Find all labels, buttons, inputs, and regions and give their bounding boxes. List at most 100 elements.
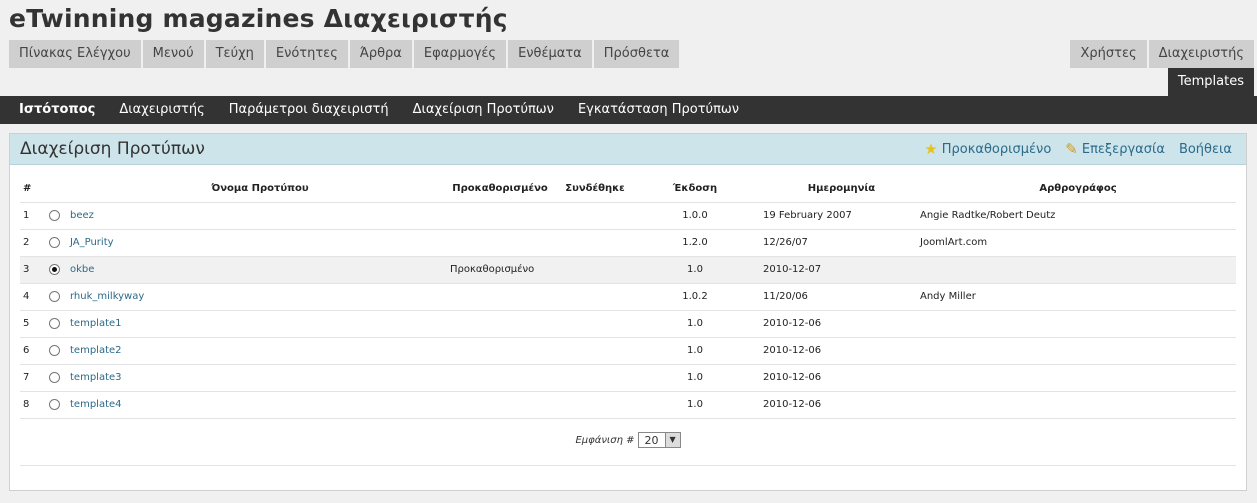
row-version: 1.0.2 [640,283,750,311]
help-button[interactable]: Βοήθεια [1179,142,1232,157]
row-radio[interactable] [38,364,70,392]
subnav-admin-params[interactable]: Παράμετροι διαχειριστή [217,96,401,124]
table-row: 2 JA_Purity 1.2.0 12/26/07 JoomlArt.com [20,229,1236,257]
col-linked: Συνδέθηκε [550,175,640,203]
row-date: 2010-12-06 [750,337,920,365]
table-row: 3 okbe Προκαθορισμένο 1.0 2010-12-07 [20,256,1236,284]
template-manager-panel: Διαχείριση Προτύπων ★ Προκαθορισμένο ✎ Ε… [9,133,1247,491]
row-date: 12/26/07 [750,229,920,257]
top-nav-left: Πίνακας Ελέγχου Μενού Τεύχη Ενότητες Άρθ… [9,40,680,68]
template-name-link[interactable]: okbe [70,264,94,275]
row-date: 2010-12-06 [750,364,920,392]
templates-table: # Όνομα Προτύπου Προκαθορισμένο Συνδέθηκ… [20,175,1236,419]
row-radio[interactable] [38,391,70,419]
row-author [920,337,1236,365]
row-linked [550,337,640,365]
row-radio[interactable] [38,283,70,311]
radio-button[interactable] [48,209,60,221]
make-default-button[interactable]: ★ Προκαθορισμένο [924,139,1051,158]
row-num: 6 [20,337,38,365]
row-version: 1.0 [640,310,750,338]
nav-menus[interactable]: Μενού [142,40,204,68]
nav-control-panel[interactable]: Πίνακας Ελέγχου [9,40,141,68]
template-name-link[interactable]: beez [70,210,94,221]
row-num: 8 [20,391,38,419]
table-row: 1 beez 1.0.0 19 February 2007 Angie Radt… [20,202,1236,230]
radio-button[interactable] [48,398,60,410]
row-default [450,391,550,419]
pencil-icon: ✎ [1065,139,1078,158]
subnav-site[interactable]: Ιστότοπος [0,96,107,124]
display-count-select[interactable]: 20 ▼ [637,432,681,448]
nav-users[interactable]: Χρήστες [1070,40,1147,68]
row-date: 2010-12-07 [750,256,920,284]
template-name-link[interactable]: JA_Purity [70,237,114,248]
row-linked [550,283,640,311]
row-version: 1.0.0 [640,202,750,230]
nav-components[interactable]: Εφαρμογές [413,40,507,68]
template-name-link[interactable]: template4 [70,399,122,410]
row-date: 11/20/06 [750,283,920,311]
nav-plugins[interactable]: Πρόσθετα [593,40,680,68]
col-version: Έκδοση [640,175,750,203]
row-linked [550,256,640,284]
tab-templates[interactable]: Templates [1167,68,1254,96]
table-row: 4 rhuk_milkyway 1.0.2 11/20/06 Andy Mill… [20,283,1236,311]
site-title: eTwinning magazines Διαχειριστής [9,4,508,33]
row-default: Προκαθορισμένο [450,256,550,284]
col-radio [38,175,70,203]
edit-label: Επεξεργασία [1081,141,1165,157]
col-default: Προκαθορισμένο [450,175,550,203]
radio-button[interactable] [48,317,60,329]
nav-modules[interactable]: Ενθέματα [508,40,592,68]
radio-button[interactable] [48,263,60,275]
row-radio[interactable] [38,337,70,365]
pagination: Εμφάνιση # 20 ▼ [10,432,1246,448]
row-radio[interactable] [38,310,70,338]
row-default [450,310,550,338]
nav-sections[interactable]: Ενότητες [265,40,348,68]
nav-issues[interactable]: Τεύχη [205,40,264,68]
radio-button[interactable] [48,290,60,302]
subnav-administrator[interactable]: Διαχειριστής [107,96,216,124]
display-count-label: Εμφάνιση # [575,434,635,446]
star-icon: ★ [924,139,938,158]
row-num: 3 [20,256,38,284]
col-date: Ημερομηνία [750,175,920,203]
nav-articles[interactable]: Άρθρα [349,40,412,68]
template-name-link[interactable]: template2 [70,345,122,356]
page-title: Διαχείριση Προτύπων [20,139,205,159]
row-default [450,202,550,230]
radio-button[interactable] [48,344,60,356]
table-row: 7 template3 1.0 2010-12-06 [20,364,1236,392]
nav-administrator[interactable]: Διαχειριστής [1148,40,1254,68]
edit-button[interactable]: ✎ Επεξεργασία [1065,139,1165,158]
row-version: 1.0 [640,256,750,284]
row-linked [550,310,640,338]
col-author: Αρθρογράφος [920,175,1236,203]
table-row: 5 template1 1.0 2010-12-06 [20,310,1236,338]
col-name[interactable]: Όνομα Προτύπου [70,175,450,203]
template-name-link[interactable]: template3 [70,372,122,383]
table-row: 8 template4 1.0 2010-12-06 [20,391,1236,419]
row-default [450,283,550,311]
row-version: 1.0 [640,391,750,419]
row-num: 4 [20,283,38,311]
row-radio[interactable] [38,256,70,284]
top-nav-right: Χρήστες Διαχειριστής [1070,40,1254,68]
row-num: 5 [20,310,38,338]
row-linked [550,391,640,419]
radio-button[interactable] [48,236,60,248]
row-default [450,364,550,392]
subnav-template-manager[interactable]: Διαχείριση Προτύπων [401,96,566,124]
subnav-template-install[interactable]: Εγκατάσταση Προτύπων [566,96,751,124]
row-num: 1 [20,202,38,230]
template-name-link[interactable]: rhuk_milkyway [70,291,144,302]
row-linked [550,229,640,257]
row-radio[interactable] [38,229,70,257]
template-name-link[interactable]: template1 [70,318,122,329]
toolbar: ★ Προκαθορισμένο ✎ Επεξεργασία Βοήθεια [924,139,1232,158]
radio-button[interactable] [48,371,60,383]
row-version: 1.2.0 [640,229,750,257]
row-radio[interactable] [38,202,70,230]
